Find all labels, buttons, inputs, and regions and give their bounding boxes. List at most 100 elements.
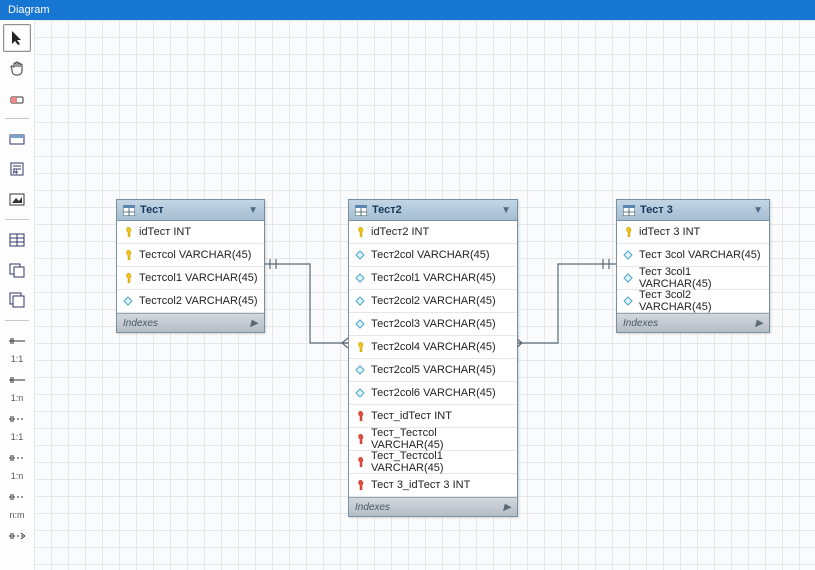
column-row[interactable]: Тестcol VARCHAR(45) [117,244,264,267]
expand-icon[interactable]: ▶ [755,318,763,329]
column-row[interactable]: Тест_idТест INT [349,405,517,428]
column-label: Тест2col4 VARCHAR(45) [371,341,496,353]
table-t1[interactable]: Тест▼ idТест INT Тестcol VARCHAR(45) Тестco… [116,199,265,333]
relation-icon [9,528,25,544]
column-icon [623,296,633,306]
collapse-icon[interactable]: ▼ [248,205,258,216]
relation-icon [9,411,25,427]
column-label: Тестcol1 VARCHAR(45) [139,272,258,284]
column-icon [355,365,365,375]
title-bar: Diagram [0,0,815,20]
primary-key-icon [123,273,133,283]
note-icon [9,161,25,177]
column-row[interactable]: idТест 3 INT [617,221,769,244]
column-icon [623,250,633,260]
routine-tool[interactable] [3,286,31,314]
column-row[interactable]: Тест_Тестcol VARCHAR(45) [349,428,517,451]
app-title: Diagram [8,4,50,16]
column-label: idТест 3 INT [639,226,700,238]
table-icon [9,232,25,248]
column-row[interactable]: Тест 3col1 VARCHAR(45) [617,267,769,290]
column-icon [123,296,133,306]
image-tool[interactable] [3,185,31,213]
column-label: Тест2col3 VARCHAR(45) [371,318,496,330]
relation-label: 1:n [11,394,24,403]
column-label: Тест2col6 VARCHAR(45) [371,387,496,399]
table-title: Тест 3 [640,204,748,216]
separator [5,118,29,119]
column-row[interactable]: Тест2col VARCHAR(45) [349,244,517,267]
pointer-tool[interactable] [3,24,31,52]
hand-icon [9,60,25,76]
diagram-canvas[interactable]: Тест▼ idТест INT Тестcol VARCHAR(45) Тестco… [34,20,815,570]
relation-existing[interactable] [3,522,31,550]
one-to-one-id[interactable] [3,405,31,433]
column-row[interactable]: Тестcol1 VARCHAR(45) [117,267,264,290]
column-row[interactable]: Тест 3col2 VARCHAR(45) [617,290,769,313]
new-table-tool[interactable] [3,226,31,254]
column-row[interactable]: Тестcol2 VARCHAR(45) [117,290,264,313]
primary-key-icon [355,227,365,237]
relation-icon [9,489,25,505]
separator [5,219,29,220]
note-tool[interactable] [3,155,31,183]
column-row[interactable]: Тест 3col VARCHAR(45) [617,244,769,267]
column-icon [355,319,365,329]
relation-label: 1:n [11,472,24,481]
column-row[interactable]: idТест2 INT [349,221,517,244]
column-icon [355,273,365,283]
new-view-tool[interactable] [3,256,31,284]
relation-label: 1:1 [11,433,24,442]
primary-key-icon [355,342,365,352]
one-to-many-id[interactable] [3,444,31,472]
column-label: idТест INT [139,226,191,238]
column-icon [623,273,633,283]
column-row[interactable]: Тест2col4 VARCHAR(45) [349,336,517,359]
collapse-icon[interactable]: ▼ [501,205,511,216]
toolbar: 1:11:n1:11:nn:m [0,20,35,570]
indexes-section[interactable]: Indexes▶ [117,313,264,332]
new-layer-tool[interactable] [3,125,31,153]
layer-icon [9,131,25,147]
column-row[interactable]: Тест2col5 VARCHAR(45) [349,359,517,382]
column-icon [355,296,365,306]
expand-icon[interactable]: ▶ [503,502,511,513]
column-row[interactable]: Тест 3_idТест 3 INT [349,474,517,497]
column-label: Тест2col VARCHAR(45) [371,249,490,261]
column-row[interactable]: Тест2col6 VARCHAR(45) [349,382,517,405]
expand-icon[interactable]: ▶ [250,318,258,329]
foreign-key-icon [355,480,365,490]
table-header[interactable]: Тест 3 ▼ [617,200,769,221]
column-row[interactable]: Тест_Тестcol1 VARCHAR(45) [349,451,517,474]
table-header[interactable]: Тест2▼ [349,200,517,221]
column-label: Тест 3col1 VARCHAR(45) [639,266,763,290]
column-label: Тестcol2 VARCHAR(45) [139,295,258,307]
hand-tool[interactable] [3,54,31,82]
collapse-icon[interactable]: ▼ [753,205,763,216]
table-t2[interactable]: Тест2▼ idТест2 INT Тест2col VARCHAR(45) Тес… [348,199,518,517]
column-row[interactable]: Тест2col2 VARCHAR(45) [349,290,517,313]
column-row[interactable]: Тест2col1 VARCHAR(45) [349,267,517,290]
indexes-section[interactable]: Indexes ▶ [349,497,517,516]
pointer-icon [9,30,25,46]
eraser-tool[interactable] [3,84,31,112]
many-to-many[interactable] [3,483,31,511]
table-t3[interactable]: Тест 3 ▼ idТест 3 INT Тест 3col VARCHAR(45)… [616,199,770,333]
indexes-section[interactable]: Indexes▶ [617,313,769,332]
view-icon [9,262,25,278]
column-label: Тест2col5 VARCHAR(45) [371,364,496,376]
one-to-one-nonid[interactable] [3,327,31,355]
foreign-key-icon [355,457,365,467]
column-row[interactable]: Тест2col3 VARCHAR(45) [349,313,517,336]
column-row[interactable]: idТест INT [117,221,264,244]
column-label: Тестcol VARCHAR(45) [139,249,251,261]
column-label: Тест_Тестcol VARCHAR(45) [371,427,511,451]
eraser-icon [9,90,25,106]
table-header[interactable]: Тест▼ [117,200,264,221]
one-to-many-nonid[interactable] [3,366,31,394]
indexes-label: Indexes [355,502,390,513]
relation-icon [9,450,25,466]
routine-icon [9,292,25,308]
column-icon [355,250,365,260]
column-label: idТест2 INT [371,226,429,238]
